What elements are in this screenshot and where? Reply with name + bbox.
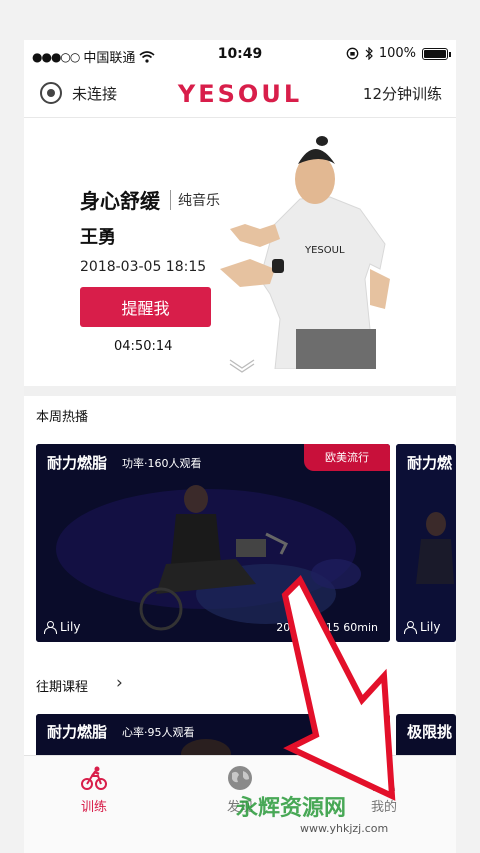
watermark-text: 永辉资源网: [236, 796, 347, 821]
music-genre-tag: [354, 714, 390, 741]
user-icon: [373, 767, 395, 791]
chevron-down-icon[interactable]: [229, 359, 255, 373]
class-video-thumbnail: [36, 444, 390, 642]
past-section-title[interactable]: 往期课程: [36, 676, 88, 695]
live-class-banner[interactable]: YESOUL 身心舒缓 纯音乐 王勇 2018-03-05 18:15 提醒我 …: [24, 119, 456, 385]
hot-class-card[interactable]: 耐力燃脂 功率·160人观看 欧美流行 Lily 2018-02 15 60mi…: [36, 444, 390, 642]
card-date-duration: 2018-02 15 60min: [276, 621, 378, 634]
class-datetime: 2018-03-05 18:15: [80, 259, 207, 275]
card-meta: 功率·160人观看: [122, 457, 202, 470]
coach-name: 王勇: [80, 227, 116, 248]
class-music-tag: 纯音乐: [170, 190, 220, 210]
card-coach: Lily: [44, 620, 80, 634]
card-meta: 心率·95人观看: [122, 726, 195, 739]
battery-icon: [422, 47, 451, 60]
person-icon: [44, 621, 57, 634]
twelve-minute-training-link[interactable]: 12分钟训练: [363, 83, 442, 104]
status-right: 100%: [346, 46, 451, 61]
hot-section-title: 本周热播: [36, 410, 89, 425]
tab-train[interactable]: 训练: [54, 764, 134, 815]
card-title: 耐力燃脂: [47, 723, 108, 741]
rotation-lock-icon: [346, 47, 359, 60]
hot-class-card[interactable]: 耐力燃 Lily: [396, 444, 456, 642]
card-title: 耐力燃: [407, 454, 453, 472]
status-bar: ●●●○○ 中国联通 10:49 100%: [24, 40, 456, 70]
phone-screen: ●●●○○ 中国联通 10:49 100% 未连接 YESOUL 12分钟训练: [24, 40, 456, 853]
card-coach-name: Lily: [60, 620, 81, 634]
class-video-thumbnail: [396, 444, 456, 642]
top-bar: 未连接 YESOUL 12分钟训练: [24, 70, 456, 118]
watermark-url: www.yhkjzj.com: [300, 822, 389, 835]
section-divider: [24, 386, 456, 396]
card-title: 极限挑: [407, 723, 453, 741]
card-title: 耐力燃脂: [47, 454, 108, 472]
svg-text:YESOUL: YESOUL: [304, 245, 345, 256]
music-genre-tag: 欧美流行: [304, 444, 390, 471]
card-coach: Lily: [404, 620, 440, 634]
countdown-timer: 04:50:14: [114, 339, 173, 354]
globe-icon: [228, 766, 252, 790]
card-coach-name: Lily: [420, 620, 441, 634]
coach-photo: YESOUL: [220, 136, 390, 369]
person-icon: [404, 621, 417, 634]
cycling-icon: [81, 766, 107, 790]
bluetooth-icon: [365, 47, 373, 60]
remind-me-button[interactable]: 提醒我: [80, 287, 211, 327]
tab-label: 训练: [80, 800, 107, 815]
chevron-right-icon[interactable]: ›: [116, 673, 123, 693]
battery-percent: 100%: [378, 46, 416, 61]
class-title: 身心舒缓: [80, 189, 160, 213]
tab-mine[interactable]: 我的: [344, 764, 424, 815]
tab-label: 我的: [370, 800, 397, 815]
